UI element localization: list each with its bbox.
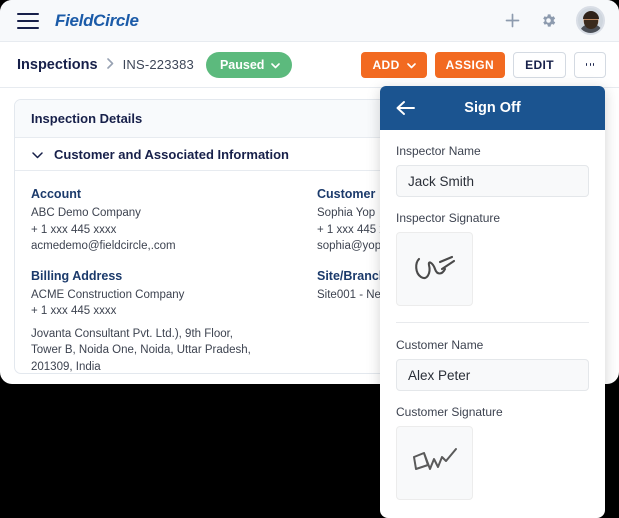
- field-account: Account ABC Demo Company + 1 xxx 445 xxx…: [31, 187, 301, 255]
- field-value: ACME Construction Company + 1 xxx 445 xx…: [31, 287, 301, 374]
- breadcrumb: Inspections INS-223383: [17, 57, 194, 73]
- field-line: ABC Demo Company: [31, 207, 141, 219]
- sign-off-body: Inspector Name Jack Smith Inspector Sign…: [380, 130, 605, 500]
- customer-name-label: Customer Name: [396, 338, 484, 352]
- breadcrumb-separator-icon: [106, 57, 114, 72]
- customer-name-input[interactable]: Alex Peter: [396, 359, 589, 391]
- gear-icon[interactable]: [540, 12, 557, 29]
- divider: [396, 322, 589, 323]
- field-line: acmedemo@fieldcircle,.com: [31, 240, 176, 252]
- signature-icon: [414, 255, 455, 280]
- dot: [586, 62, 587, 67]
- action-bar: Inspections INS-223383 Paused ADD ASSIGN: [0, 42, 619, 88]
- chevron-down-icon: [271, 58, 281, 72]
- hamburger-menu-icon[interactable]: [17, 12, 39, 29]
- field-line: + 1 xxx 445 xxxx: [31, 223, 117, 236]
- inspector-name-input[interactable]: Jack Smith: [396, 165, 589, 197]
- field-line: Jovanta Consultant Pvt. Ltd.), 9th Floor…: [31, 327, 233, 340]
- field-line: + 1 xxx 445 xxxx: [31, 305, 117, 317]
- edit-button[interactable]: EDIT: [513, 51, 566, 78]
- assign-button-label: ASSIGN: [445, 57, 495, 72]
- avatar[interactable]: [576, 6, 605, 35]
- left-field-column: Account ABC Demo Company + 1 xxx 445 xxx…: [15, 187, 301, 374]
- customer-signature-label: Customer Signature: [396, 405, 503, 419]
- dot: [589, 62, 591, 67]
- field-billing-address: Billing Address ACME Construction Compan…: [31, 268, 301, 374]
- breadcrumb-record-id: INS-223383: [122, 57, 194, 72]
- field-label: Billing Address: [31, 268, 123, 283]
- topbar-actions: [504, 6, 605, 35]
- dot: [593, 62, 595, 67]
- customer-signature-thumbnail[interactable]: [396, 426, 473, 500]
- assign-button[interactable]: ASSIGN: [434, 51, 506, 78]
- signature-icon: [412, 448, 457, 470]
- add-button-label: ADD: [372, 57, 400, 72]
- field-value: ABC Demo Company + 1 xxx 445 xxxx acmede…: [31, 205, 301, 255]
- chevron-down-icon: [32, 147, 43, 162]
- avatar-hair: [582, 11, 599, 19]
- status-badge-label: Paused: [219, 57, 265, 72]
- status-badge[interactable]: Paused: [205, 51, 293, 78]
- inspector-signature-label: Inspector Signature: [396, 211, 501, 225]
- top-navigation-bar: FieldCircle: [0, 0, 619, 42]
- plus-icon[interactable]: [504, 12, 521, 29]
- breadcrumb-root[interactable]: Inspections: [17, 57, 98, 73]
- sign-off-panel: Sign Off Inspector Name Jack Smith Inspe…: [380, 86, 605, 518]
- field-line: Tower B, Noida One, Noida, Uttar Pradesh…: [31, 344, 251, 356]
- field-line: ACME Construction Company: [31, 288, 185, 301]
- inspector-signature-thumbnail[interactable]: [396, 232, 473, 306]
- sign-off-header: Sign Off: [380, 86, 605, 130]
- chevron-down-icon: [406, 58, 416, 72]
- action-buttons: ADD ASSIGN EDIT: [361, 51, 606, 78]
- brand-logo[interactable]: FieldCircle: [55, 11, 139, 31]
- inspector-name-label: Inspector Name: [396, 144, 481, 158]
- back-arrow-icon[interactable]: [396, 101, 415, 115]
- section-header-label: Customer and Associated Information: [54, 146, 289, 162]
- add-button[interactable]: ADD: [361, 51, 427, 78]
- field-label: Account: [31, 187, 81, 201]
- more-options-icon[interactable]: [574, 51, 606, 78]
- edit-button-label: EDIT: [525, 57, 554, 72]
- field-line: 201309, India: [31, 360, 101, 373]
